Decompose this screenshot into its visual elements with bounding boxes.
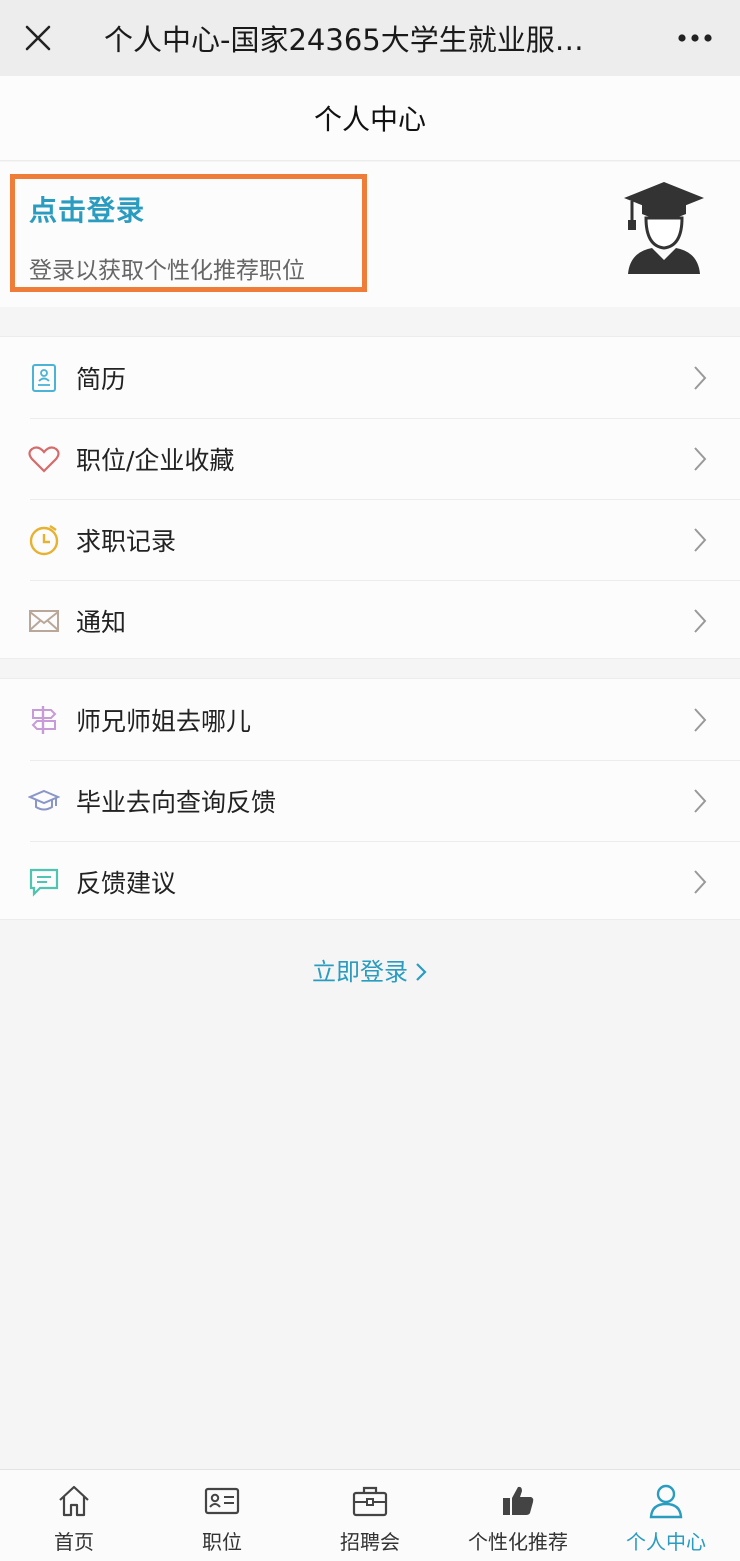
more-icon [678,34,712,42]
login-now-link[interactable]: 立即登录 [0,952,740,987]
message-icon [28,866,60,898]
menu-item-label: 简历 [76,364,127,394]
menu-item-label: 职位/企业收藏 [76,445,235,475]
home-icon [54,1482,94,1520]
chevron-right-icon [694,788,707,813]
user-icon [646,1482,686,1520]
menu-item-job-history[interactable]: 求职记录 [0,499,740,580]
nav-job-fair[interactable]: 招聘会 [296,1470,444,1561]
login-now-label: 立即登录 [312,958,408,986]
menu-group-primary: 简历 职位/企业收藏 求职记录 通知 [0,336,740,659]
graduation-cap-icon [28,785,60,817]
nav-recommendations[interactable]: 个性化推荐 [444,1470,592,1561]
bottom-nav: 首页 职位 招聘会 个性化推荐 个人中心 [0,1469,740,1561]
resume-icon [28,362,60,394]
chevron-right-icon [694,527,707,552]
envelope-icon [28,605,60,637]
nav-home[interactable]: 首页 [0,1470,148,1561]
heart-icon [28,443,60,475]
chevron-right-icon [694,869,707,894]
login-title[interactable]: 点击登录 [29,189,362,229]
nav-profile[interactable]: 个人中心 [592,1470,740,1561]
close-button[interactable] [0,0,76,76]
nav-label: 招聘会 [340,1530,400,1554]
nav-label: 个人中心 [626,1530,706,1554]
menu-item-label: 师兄师姐去哪儿 [76,706,252,736]
chevron-right-icon [694,608,707,633]
menu-item-notifications[interactable]: 通知 [0,580,740,661]
chevron-right-icon [416,963,427,981]
chevron-right-icon [694,707,707,732]
clock-icon [28,524,60,556]
chevron-right-icon [694,365,707,390]
nav-label: 首页 [54,1530,94,1554]
login-prompt[interactable]: 点击登录 登录以获取个性化推荐职位 [10,174,367,292]
nav-label: 个性化推荐 [468,1530,568,1554]
close-icon [25,25,51,51]
menu-item-suggestions[interactable]: 反馈建议 [0,841,740,922]
menu-item-favorites[interactable]: 职位/企业收藏 [0,418,740,499]
thumbs-up-icon [498,1482,538,1520]
menu-item-label: 毕业去向查询反馈 [76,787,277,817]
menu-item-label: 反馈建议 [76,868,177,898]
page-title: 个人中心 [0,76,740,161]
id-card-icon [202,1482,242,1520]
window-title: 个人中心-国家24365大学生就业服… [104,23,584,57]
signpost-icon [28,704,60,736]
more-button[interactable] [650,0,740,76]
menu-item-alumni-destination[interactable]: 师兄师姐去哪儿 [0,679,740,760]
menu-item-label: 求职记录 [76,526,177,556]
menu-item-label: 通知 [76,607,127,637]
window-title-bar: 个人中心-国家24365大学生就业服… [0,0,740,76]
nav-label: 职位 [202,1530,242,1554]
login-subtitle: 登录以获取个性化推荐职位 [29,258,305,284]
menu-group-secondary: 师兄师姐去哪儿 毕业去向查询反馈 反馈建议 [0,678,740,920]
graduate-avatar-icon [624,182,704,274]
login-card: 点击登录 登录以获取个性化推荐职位 [0,162,740,307]
nav-jobs[interactable]: 职位 [148,1470,296,1561]
menu-item-resume[interactable]: 简历 [0,337,740,418]
briefcase-icon [350,1482,390,1520]
menu-item-graduation-feedback[interactable]: 毕业去向查询反馈 [0,760,740,841]
chevron-right-icon [694,446,707,471]
